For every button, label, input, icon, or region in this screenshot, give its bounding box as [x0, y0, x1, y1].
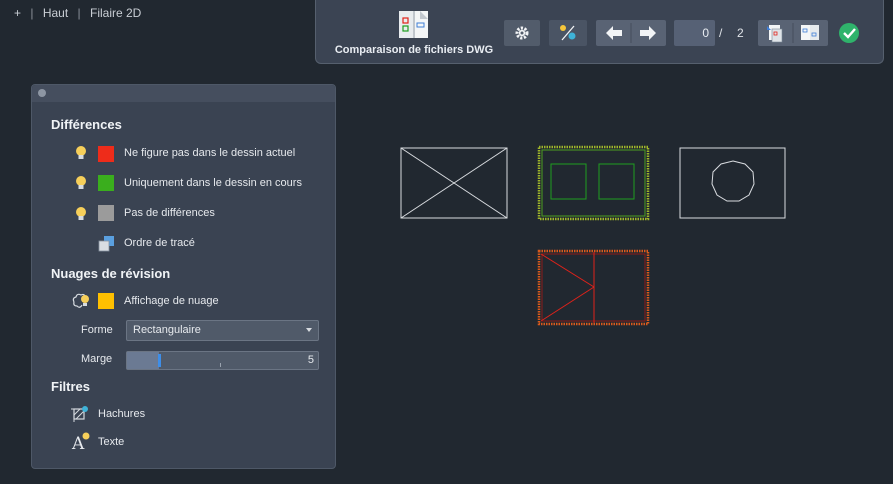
unchanged-rect-circle[interactable] — [679, 147, 786, 219]
drawing-canvas — [400, 145, 786, 326]
removed-red-block[interactable] — [537, 249, 650, 326]
unchanged-rect-crossed[interactable] — [400, 147, 508, 219]
changed-green-block[interactable] — [537, 145, 650, 221]
